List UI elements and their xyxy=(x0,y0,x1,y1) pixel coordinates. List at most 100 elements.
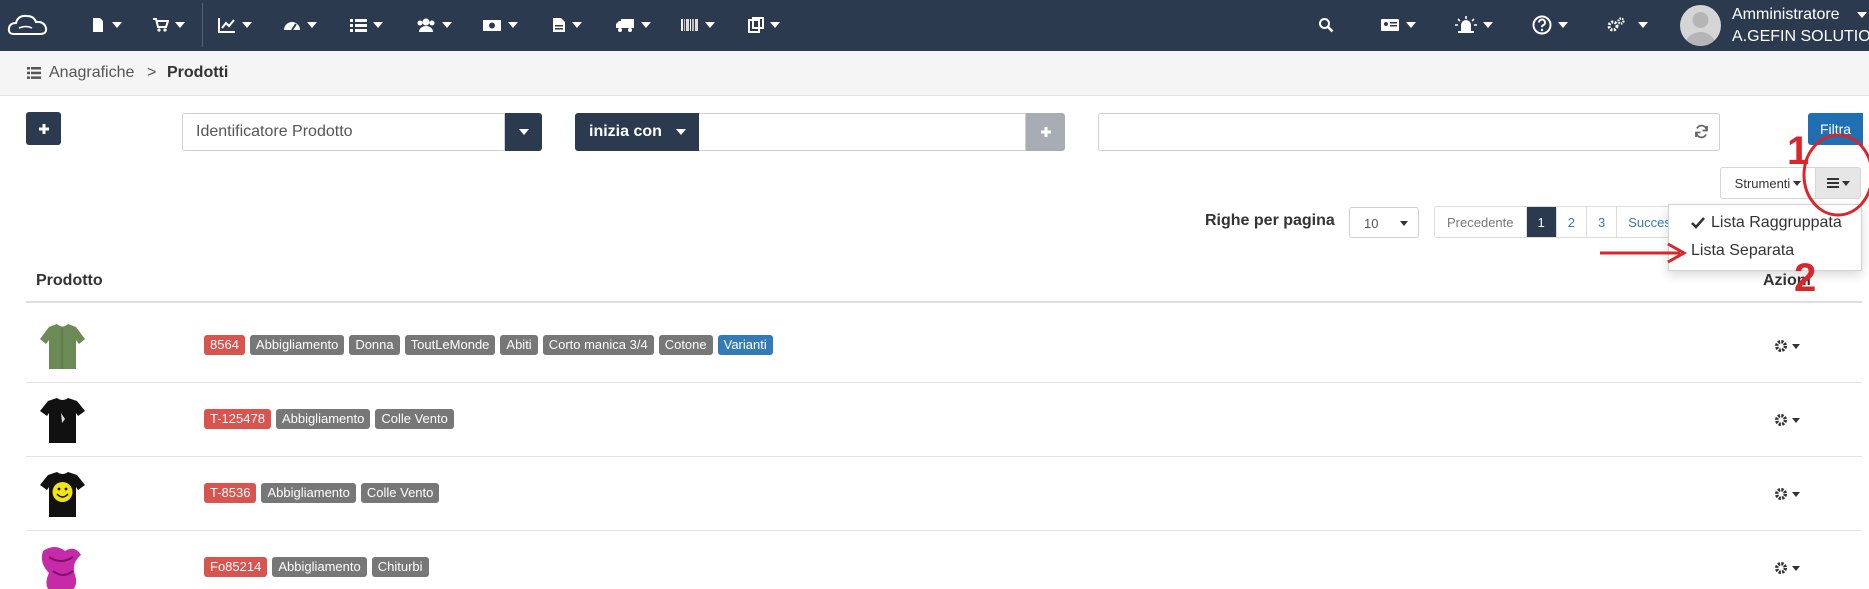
product-code-badge: T-8536 xyxy=(204,483,257,503)
row-actions-button[interactable] xyxy=(1774,339,1800,353)
breadcrumb-separator: > xyxy=(147,64,157,81)
line-chart-icon xyxy=(218,18,235,33)
list-icon xyxy=(350,19,367,32)
chevron-down-icon xyxy=(373,22,383,28)
avatar[interactable] xyxy=(1680,5,1721,46)
cloud-logo-icon[interactable] xyxy=(6,8,50,44)
nav-dashboard[interactable] xyxy=(283,14,317,36)
chevron-down-icon xyxy=(508,22,518,28)
breadcrumb: Anagrafiche > Prodotti xyxy=(0,51,1869,96)
nav-shipping[interactable] xyxy=(615,14,651,36)
table-row: 8564 Abbigliamento Donna ToutLeMonde Abi… xyxy=(26,309,1862,383)
nav-lists[interactable] xyxy=(350,14,383,36)
product-code-badge: T-125478 xyxy=(204,409,271,429)
nav-reports[interactable] xyxy=(218,14,252,36)
dropdown-item-label: Lista Raggruppata xyxy=(1711,214,1842,231)
add-filter-button[interactable] xyxy=(1026,113,1065,151)
id-card-icon xyxy=(1381,19,1399,31)
truck-icon xyxy=(616,19,634,32)
category-tag: Chiturbi xyxy=(371,557,429,577)
annotation-step-1: 1 xyxy=(1787,129,1810,173)
chevron-down-icon xyxy=(572,22,582,28)
chevron-down-icon xyxy=(518,129,529,135)
chevron-down-icon xyxy=(1793,180,1802,186)
refresh-icon[interactable] xyxy=(1694,124,1709,139)
pagination: Precedente 1 2 3 Succes xyxy=(1434,206,1683,238)
hamburger-icon xyxy=(1826,178,1839,188)
gear-icon xyxy=(1774,413,1788,427)
row-actions-button[interactable] xyxy=(1774,561,1800,575)
check-icon xyxy=(1691,217,1705,229)
rows-per-page-label: Righe per pagina xyxy=(1205,212,1335,229)
table-row: Fo85214 Abbigliamento Chiturbi xyxy=(26,531,1862,589)
product-thumbnail[interactable] xyxy=(35,467,90,522)
category-tag: Abbigliamento xyxy=(275,409,371,429)
chevron-down-icon xyxy=(641,22,651,28)
alarm-icon xyxy=(1455,16,1477,33)
chevron-down-icon xyxy=(1558,22,1568,28)
search-icon xyxy=(1319,18,1334,33)
category-tag: Abbigliamento xyxy=(261,483,356,503)
nav-payments[interactable] xyxy=(482,14,518,36)
table-header-divider xyxy=(26,301,1862,303)
file-icon xyxy=(553,18,565,32)
table-row: T-8536 Abbigliamento Colle Vento xyxy=(26,457,1862,531)
gear-icon xyxy=(1774,561,1788,575)
list-view-toggle-button[interactable] xyxy=(1816,167,1861,199)
pagination-page[interactable]: 1 xyxy=(1526,207,1557,237)
nav-settings[interactable] xyxy=(1606,14,1648,36)
product-thumbnail[interactable] xyxy=(35,319,90,374)
dashboard-icon xyxy=(284,22,300,31)
user-name[interactable]: Amministratore xyxy=(1732,5,1840,25)
category-tag: ToutLeMonde xyxy=(404,335,496,355)
top-navbar: Amministratore A.GEFIN SOLUTION xyxy=(0,0,1869,51)
pagination-page[interactable]: 3 xyxy=(1586,207,1618,237)
chevron-down-icon xyxy=(1638,22,1648,28)
chevron-down-icon xyxy=(1792,417,1800,423)
add-product-button[interactable] xyxy=(26,112,61,145)
annotation-step-2: 2 xyxy=(1794,256,1817,300)
nav-alerts[interactable] xyxy=(1455,14,1493,36)
dropdown-item-separate-list[interactable]: Lista Separata xyxy=(1691,242,1794,260)
filter-value-input[interactable] xyxy=(699,113,1026,151)
nav-files[interactable] xyxy=(552,14,582,36)
nav-documents[interactable] xyxy=(90,14,122,36)
nav-sales[interactable] xyxy=(152,14,185,36)
category-tag: Abbigliamento xyxy=(249,335,345,355)
chevron-down-icon xyxy=(112,22,122,28)
product-thumbnail[interactable] xyxy=(35,541,90,589)
row-actions-button[interactable] xyxy=(1774,487,1800,501)
category-tag: Donna xyxy=(349,335,400,355)
plus-icon xyxy=(1040,127,1051,137)
search-input[interactable] xyxy=(1098,113,1720,151)
cogs-icon xyxy=(1607,17,1625,32)
pagination-page[interactable]: 2 xyxy=(1556,207,1587,237)
rows-per-page-select[interactable]: 10 xyxy=(1349,207,1419,238)
rows-per-page-value: 10 xyxy=(1364,216,1379,231)
dropdown-item-grouped-list[interactable]: Lista Raggruppata xyxy=(1691,214,1842,232)
row-actions-button[interactable] xyxy=(1774,413,1800,427)
product-thumbnail[interactable] xyxy=(35,393,90,448)
filter-operator-select[interactable]: inizia con xyxy=(575,113,699,151)
product-tags: T-125478 Abbigliamento Colle Vento xyxy=(204,409,454,429)
variants-badge: Varianti xyxy=(717,335,773,355)
nav-contacts[interactable] xyxy=(1380,14,1416,36)
tools-button-label: Strumenti xyxy=(1734,175,1791,191)
chevron-down-icon xyxy=(705,22,715,28)
filter-button[interactable]: Filtra xyxy=(1808,113,1863,145)
pagination-prev[interactable]: Precedente xyxy=(1435,207,1527,237)
chevron-down-icon[interactable] xyxy=(1857,12,1867,18)
gear-icon xyxy=(1774,339,1788,353)
nav-divider xyxy=(202,3,203,47)
chevron-down-icon xyxy=(1792,491,1800,497)
filter-field-dropdown-button[interactable] xyxy=(505,113,542,151)
nav-users[interactable] xyxy=(416,14,452,36)
nav-help[interactable] xyxy=(1532,14,1568,36)
user-company: A.GEFIN SOLUTION xyxy=(1732,28,1869,45)
nav-clipboard[interactable] xyxy=(748,14,780,36)
filter-field-select[interactable]: Identificatore Prodotto xyxy=(182,113,505,151)
category-tag: Abbigliamento xyxy=(272,557,367,577)
nav-barcode[interactable] xyxy=(681,14,715,36)
nav-search[interactable] xyxy=(1318,14,1334,36)
breadcrumb-parent[interactable]: Anagrafiche xyxy=(49,64,134,82)
